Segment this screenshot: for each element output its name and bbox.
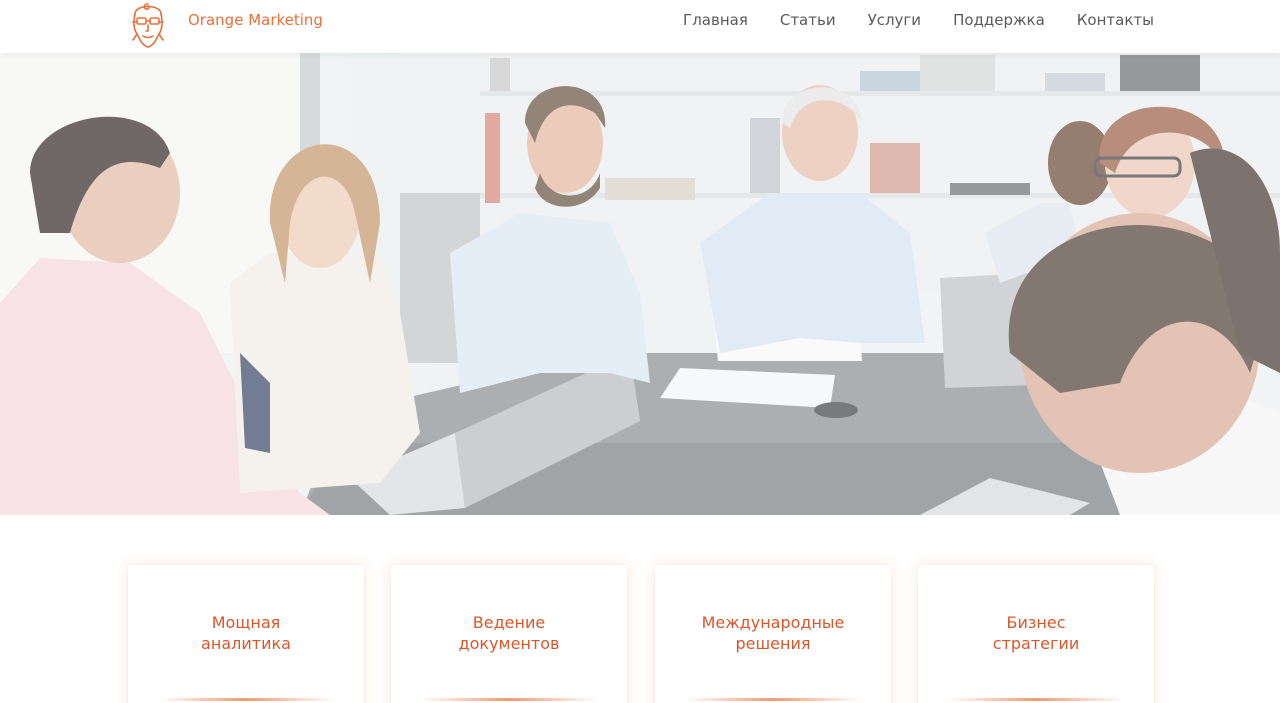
feature-card-analytics[interactable]: Мощная аналитика <box>128 565 364 703</box>
card-divider <box>421 698 597 701</box>
nav-item-services[interactable]: Услуги <box>868 11 921 29</box>
card-divider <box>158 698 334 701</box>
main-nav: Главная Статьи Услуги Поддержка Контакты <box>651 11 1154 29</box>
features-section: Мощная аналитика Ведение документов Межд… <box>0 515 1280 703</box>
hero-banner <box>0 53 1280 515</box>
nav-item-articles[interactable]: Статьи <box>780 11 836 29</box>
feature-title: Международные решения <box>701 613 845 653</box>
nav-item-support[interactable]: Поддержка <box>953 11 1045 29</box>
feature-card-international[interactable]: Международные решения <box>655 565 891 703</box>
nav-item-home[interactable]: Главная <box>683 11 748 29</box>
feature-title: Ведение документов <box>458 613 560 653</box>
brand-name: Orange Marketing <box>188 11 323 29</box>
feature-card-documents[interactable]: Ведение документов <box>391 565 627 703</box>
feature-title: Бизнес стратегии <box>992 613 1080 653</box>
nav-item-contacts[interactable]: Контакты <box>1077 11 1154 29</box>
head-spiral-logo-icon <box>132 3 164 48</box>
site-header: Orange Marketing Главная Статьи Услуги П… <box>0 0 1280 53</box>
logo-link[interactable]: Orange Marketing <box>127 0 323 50</box>
team-meeting-photo <box>0 53 1280 515</box>
card-divider <box>685 698 861 701</box>
feature-card-strategy[interactable]: Бизнес стратегии <box>918 565 1154 703</box>
card-divider <box>948 698 1124 701</box>
feature-title: Мощная аналитика <box>201 613 291 653</box>
